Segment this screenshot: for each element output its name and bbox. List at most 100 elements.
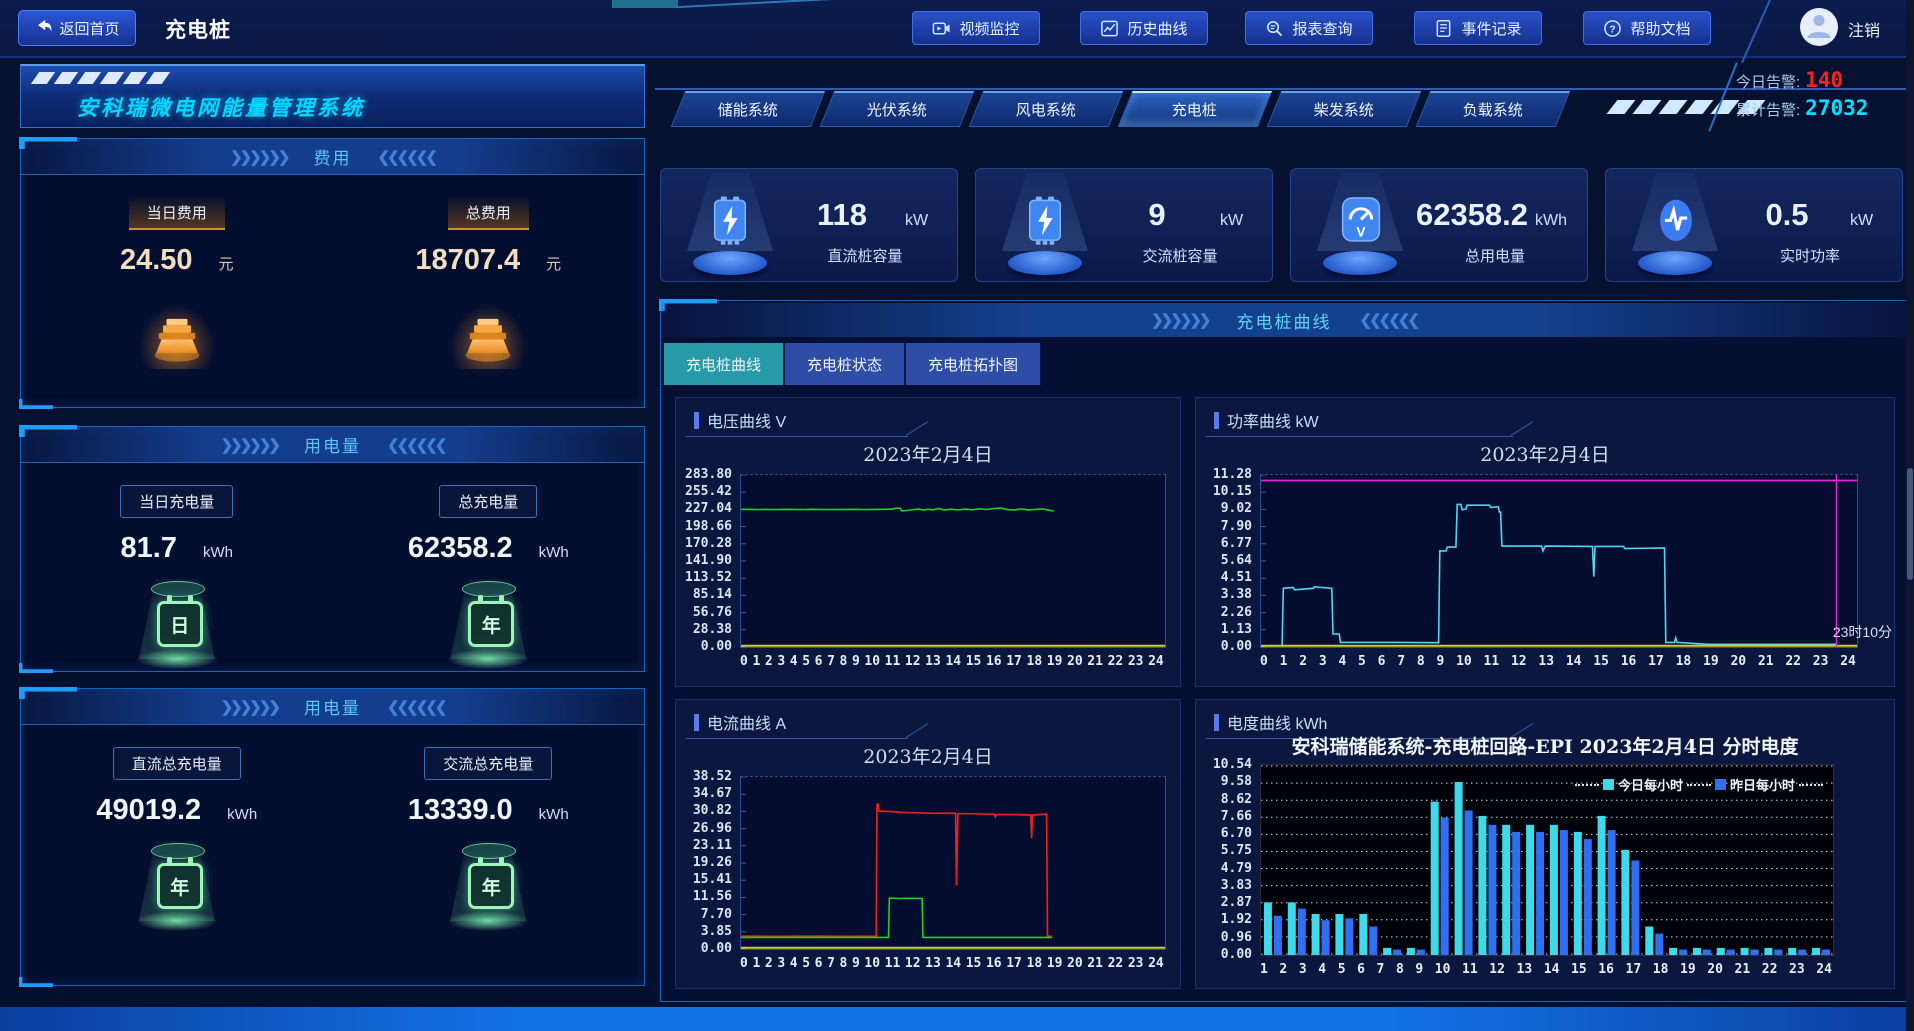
x-tick-label: 19 [1047, 654, 1063, 669]
y-tick-label: 23.11 [693, 838, 732, 853]
chevron-right-icon: ❯❯❯❯❯❯ [1151, 311, 1208, 329]
kpi-card-总用电量: V62358.2kWh总用电量 [1290, 168, 1588, 282]
stat-value: 81.7 [121, 532, 177, 565]
x-tick-label: 0 [1260, 654, 1268, 669]
chart-tab-充电桩状态[interactable]: 充电桩状态 [785, 343, 906, 385]
calendar-glyph: 年 [468, 601, 514, 647]
x-tick-label: 4 [1338, 654, 1346, 669]
x-tick-label: 8 [1396, 962, 1404, 977]
topbar-button-事件记录[interactable]: 事件记录 [1414, 11, 1542, 45]
panel-header: ❯❯❯❯❯❯用电量❮❮❮❮❮❮ [21, 427, 644, 463]
y-tick-label: 3.85 [701, 924, 732, 939]
topbar-button-帮助文档[interactable]: ?帮助文档 [1583, 11, 1711, 45]
y-tick-label: 56.76 [693, 605, 732, 620]
x-tick-label: 0 [740, 654, 748, 669]
y-tick-label: 10.15 [1213, 484, 1252, 499]
y-tick-label: 0.00 [701, 941, 732, 956]
back-home-button[interactable]: 返回首页 [18, 10, 136, 46]
x-tick-label: 24 [1148, 654, 1164, 669]
y-tick-label: 85.14 [693, 587, 732, 602]
kpi-card-right: 0.5kW实时功率 [1724, 169, 1896, 281]
y-tick-label: 6.77 [1221, 536, 1252, 551]
y-tick-label: 10.54 [1213, 757, 1252, 772]
legend-swatch [1603, 779, 1614, 790]
system-tab-柴发系统[interactable]: 柴发系统 [1267, 91, 1422, 127]
legend-label: 昨日每小时 [1730, 775, 1795, 794]
x-axis-ticks: 0123456789101112131415161718192021222324 [1260, 654, 1856, 669]
x-tick-label: 18 [1653, 962, 1669, 977]
y-tick-label: 1.92 [1221, 912, 1252, 927]
x-tick-label: 20 [1730, 654, 1746, 669]
stat-icon-cell: 年 [117, 837, 237, 937]
system-tab-风电系统[interactable]: 风电系统 [969, 91, 1124, 127]
legend-swatch [1715, 779, 1726, 790]
x-tick-label: 1 [752, 956, 760, 971]
chevron-left-icon: ❮❮❮❮❮❮ [378, 148, 435, 166]
x-tick-label: 18 [1676, 654, 1692, 669]
x-tick-label: 17 [1006, 654, 1022, 669]
stat-value-row: 13339.0kWh [408, 794, 569, 827]
chart-tab-充电桩拓扑图[interactable]: 充电桩拓扑图 [906, 343, 1042, 385]
calendar-char: 年 [482, 873, 501, 900]
logo-slashes-decoration [35, 72, 166, 84]
y-axis-ticks: 10.549.588.627.666.705.754.793.832.871.9… [1196, 764, 1258, 954]
plot-area [740, 776, 1166, 950]
calendar-ear [188, 857, 193, 866]
stat-unit: kWh [203, 544, 233, 561]
y-tick-label: 19.26 [693, 855, 732, 870]
topbar-button-报表查询[interactable]: 报表查询 [1245, 11, 1373, 45]
chevron-right-icon: ❯❯❯❯❯❯ [221, 698, 278, 716]
chart-label: 电度曲线 kWh [1214, 710, 1327, 734]
kpi-unit: kWh [1535, 212, 1581, 230]
stat-unit: 元 [546, 253, 561, 274]
svg-text:V: V [1356, 224, 1366, 239]
dc-pile-icon [707, 195, 753, 252]
system-tab-label: 柴发系统 [1314, 99, 1374, 120]
scrollbar-thumb[interactable] [1907, 468, 1913, 580]
system-tab-光伏系统[interactable]: 光伏系统 [820, 91, 975, 127]
chart-tabs: 充电桩曲线充电桩状态充电桩拓扑图 [664, 343, 1042, 385]
x-tick-label: 1 [752, 654, 760, 669]
system-tab-label: 负载系统 [1463, 99, 1523, 120]
topbar-button-视频监控[interactable]: 视频监控 [912, 11, 1040, 45]
system-tab-label: 储能系统 [718, 99, 778, 120]
system-logo-title: 安科瑞微电网能量管理系统 [77, 92, 365, 122]
x-tick-label: 10 [864, 654, 880, 669]
icon-pedestal [1323, 251, 1397, 275]
chevron-right-icon: ❯❯❯❯❯❯ [221, 436, 278, 454]
chart-label-underline [686, 436, 908, 437]
system-tab-充电桩[interactable]: 充电桩 [1118, 91, 1273, 127]
scrollbar[interactable] [1906, 0, 1914, 1031]
panel-title: 费用 [314, 144, 352, 169]
topbar-button-历史曲线[interactable]: 历史曲线 [1080, 11, 1208, 45]
legend-leader [1687, 784, 1711, 786]
legend-leader [1799, 784, 1823, 786]
y-tick-label: 15.41 [693, 872, 732, 887]
chart-tab-充电桩曲线[interactable]: 充电桩曲线 [664, 343, 785, 385]
green-glow-decoration [448, 911, 528, 931]
user-avatar[interactable] [1800, 8, 1838, 46]
stat-value: 18707.4 [415, 244, 520, 277]
x-tick-label: 9 [1415, 962, 1423, 977]
top-decoration-line [676, 0, 836, 8]
y-tick-label: 0.00 [701, 639, 732, 654]
logout-button[interactable]: 注销 [1848, 17, 1880, 41]
left-panel-费用-0: ❯❯❯❯❯❯费用❮❮❮❮❮❮当日费用总费用24.50元18707.4元 [20, 138, 645, 408]
slash-decoration [123, 72, 147, 84]
kpi-value-row: 0.5kW [1724, 197, 1896, 233]
chart-label-underline [1206, 436, 1513, 437]
system-tab-储能系统[interactable]: 储能系统 [671, 91, 826, 127]
crosshair-time-label: 23时10分 [1833, 622, 1892, 642]
stat-value-row: 18707.4 元 [415, 244, 561, 277]
x-tick-label: 2 [765, 654, 773, 669]
x-tick-label: 21 [1087, 654, 1103, 669]
x-tick-label: 15 [1593, 654, 1609, 669]
x-tick-label: 14 [1566, 654, 1582, 669]
x-tick-label: 21 [1735, 962, 1751, 977]
x-tick-label: 8 [1417, 654, 1425, 669]
y-axis-ticks: 283.80255.42227.04198.66170.28141.90113.… [676, 474, 738, 646]
slash-decoration [100, 72, 124, 84]
system-tab-负载系统[interactable]: 负载系统 [1416, 91, 1571, 127]
x-tick-label: 13 [1538, 654, 1554, 669]
y-tick-label: 2.87 [1221, 895, 1252, 910]
